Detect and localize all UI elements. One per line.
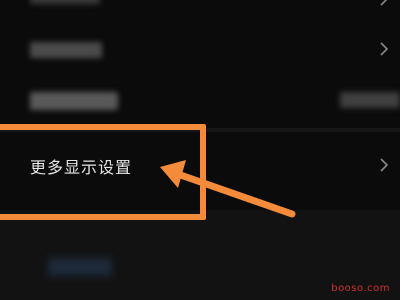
blurred-label (30, 42, 102, 58)
blurred-label (30, 92, 118, 110)
watermark: booso.com (331, 283, 390, 294)
chevron-right-icon (378, 158, 390, 172)
chevron-right-icon (378, 42, 390, 56)
settings-row-2[interactable] (0, 80, 400, 124)
blurred-button (48, 258, 112, 276)
settings-row-top[interactable] (0, 0, 400, 18)
blurred-label (30, 0, 100, 4)
settings-screen: 更多显示设置 booso.com (0, 0, 400, 300)
highlight-box (0, 124, 206, 220)
chevron-right-icon (378, 0, 390, 6)
settings-row-1[interactable] (0, 24, 400, 80)
blurred-value (340, 92, 400, 108)
